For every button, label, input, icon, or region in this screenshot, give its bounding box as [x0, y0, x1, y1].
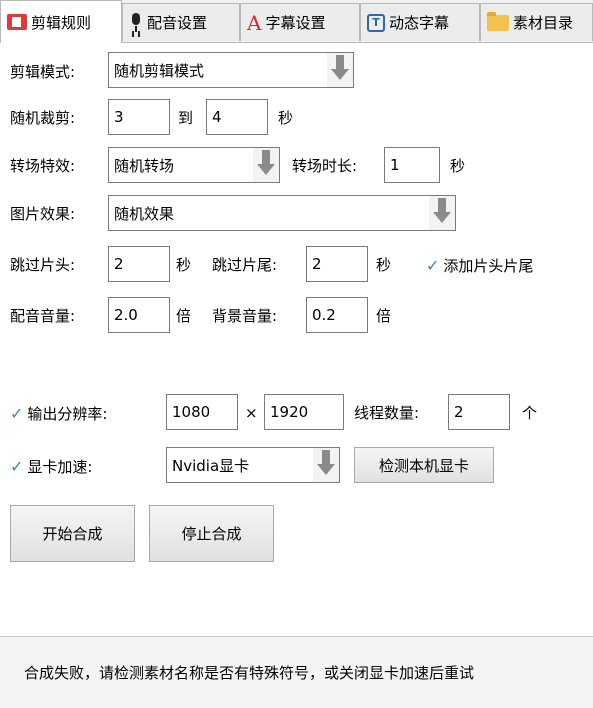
- edit-mode-select[interactable]: 随机剪辑模式: [108, 52, 354, 88]
- tab-dynamic-subtitles[interactable]: T 动态字幕: [360, 3, 480, 41]
- output-width-input[interactable]: 1080: [166, 394, 238, 430]
- voice-volume-value: 2.0: [114, 306, 138, 324]
- output-resolution-label: 输出分辨率:: [27, 405, 108, 423]
- crop-from-input[interactable]: 3: [108, 99, 170, 135]
- start-compose-label: 开始合成: [42, 525, 103, 543]
- crop-unit-label: 秒: [278, 109, 294, 127]
- tab-voice-settings[interactable]: 配音设置: [122, 3, 240, 41]
- skip-head-label: 跳过片头:: [10, 256, 76, 274]
- transition-label: 转场特效:: [10, 157, 76, 175]
- dropdown-arrow-icon[interactable]: [313, 448, 339, 482]
- tab-label: 配音设置: [147, 14, 208, 32]
- tab-bar: 剪辑规则 配音设置 A 字幕设置 T 动态字幕 素材目录: [0, 0, 593, 43]
- threads-unit: 个: [522, 404, 538, 422]
- threads-value: 2: [454, 403, 464, 421]
- detect-gpu-label: 检测本机显卡: [378, 456, 469, 475]
- gpu-acceleration-checkbox[interactable]: ✓ 显卡加速:: [10, 456, 92, 477]
- image-effect-label: 图片效果:: [10, 205, 76, 223]
- check-icon: ✓: [10, 456, 24, 476]
- folder-icon: [487, 11, 509, 31]
- output-width-value: 1080: [172, 403, 211, 421]
- image-effect-value: 随机效果: [114, 204, 175, 223]
- status-message: 合成失败，请检测素材名称是否有特殊符号，或关闭显卡加速后重试: [24, 664, 475, 682]
- tab-label: 字幕设置: [265, 14, 326, 32]
- text-box-icon: T: [367, 13, 385, 32]
- skip-tail-input[interactable]: 2: [306, 246, 368, 282]
- start-compose-button[interactable]: 开始合成: [10, 505, 135, 562]
- transition-duration-input[interactable]: 1: [384, 147, 440, 183]
- skip-tail-label: 跳过片尾:: [212, 256, 278, 274]
- skip-head-value: 2: [114, 255, 124, 273]
- crop-to-input[interactable]: 4: [206, 99, 268, 135]
- status-bar: 合成失败，请检测素材名称是否有特殊符号，或关闭显卡加速后重试: [0, 637, 593, 708]
- gpu-value: Nvidia显卡: [172, 456, 250, 475]
- skip-tail-value: 2: [312, 255, 322, 273]
- tab-label: 动态字幕: [389, 14, 450, 32]
- stop-compose-button[interactable]: 停止合成: [149, 505, 274, 562]
- voice-volume-input[interactable]: 2.0: [108, 297, 170, 333]
- tab-material-directory[interactable]: 素材目录: [480, 3, 593, 41]
- voice-volume-label: 配音音量:: [10, 307, 76, 325]
- transition-select[interactable]: 随机转场: [108, 147, 280, 183]
- skip-head-input[interactable]: 2: [108, 246, 170, 282]
- random-crop-label: 随机裁剪:: [10, 109, 76, 127]
- threads-label: 线程数量:: [354, 404, 420, 422]
- bg-volume-input[interactable]: 0.2: [306, 297, 368, 333]
- output-height-value: 1920: [270, 403, 309, 421]
- dropdown-arrow-icon[interactable]: [429, 196, 455, 230]
- edit-mode-value: 随机剪辑模式: [114, 61, 205, 80]
- dropdown-arrow-icon[interactable]: [253, 148, 279, 182]
- add-head-tail-checkbox[interactable]: ✓ 添加片头片尾: [426, 255, 533, 276]
- edit-mode-label: 剪辑模式:: [10, 63, 76, 81]
- times-sign: ×: [245, 404, 258, 422]
- stop-compose-label: 停止合成: [181, 525, 242, 543]
- crop-to-value: 4: [212, 108, 222, 126]
- add-head-tail-label: 添加片头片尾: [443, 257, 534, 275]
- transition-duration-label: 转场时长:: [292, 157, 358, 175]
- image-effect-select[interactable]: 随机效果: [108, 195, 456, 231]
- transition-duration-value: 1: [390, 156, 400, 174]
- skip-head-unit: 秒: [176, 256, 192, 274]
- rules-icon: [7, 14, 27, 30]
- subtitle-icon: A: [247, 10, 262, 35]
- tab-label: 素材目录: [513, 14, 574, 32]
- bg-volume-unit: 倍: [376, 307, 392, 325]
- detect-gpu-button[interactable]: 检测本机显卡: [354, 447, 494, 483]
- output-resolution-checkbox[interactable]: ✓ 输出分辨率:: [10, 403, 107, 424]
- bg-volume-value: 0.2: [312, 306, 336, 324]
- skip-tail-unit: 秒: [376, 256, 392, 274]
- crop-from-value: 3: [114, 108, 124, 126]
- tab-edit-rules[interactable]: 剪辑规则: [0, 0, 122, 43]
- threads-input[interactable]: 2: [448, 394, 510, 430]
- check-icon: ✓: [10, 403, 24, 423]
- voice-volume-unit: 倍: [176, 307, 192, 325]
- output-height-input[interactable]: 1920: [264, 394, 344, 430]
- crop-to-label: 到: [178, 109, 194, 127]
- check-icon: ✓: [426, 255, 440, 275]
- bg-volume-label: 背景音量:: [212, 307, 278, 325]
- transition-unit-label: 秒: [450, 157, 466, 175]
- tab-subtitle-settings[interactable]: A 字幕设置: [240, 3, 360, 41]
- tab-label: 剪辑规则: [31, 13, 92, 32]
- gpu-select[interactable]: Nvidia显卡: [166, 447, 340, 483]
- microphone-icon: [129, 12, 143, 33]
- dropdown-arrow-icon[interactable]: [327, 53, 353, 87]
- gpu-acceleration-label: 显卡加速:: [27, 458, 93, 476]
- transition-value: 随机转场: [114, 156, 175, 175]
